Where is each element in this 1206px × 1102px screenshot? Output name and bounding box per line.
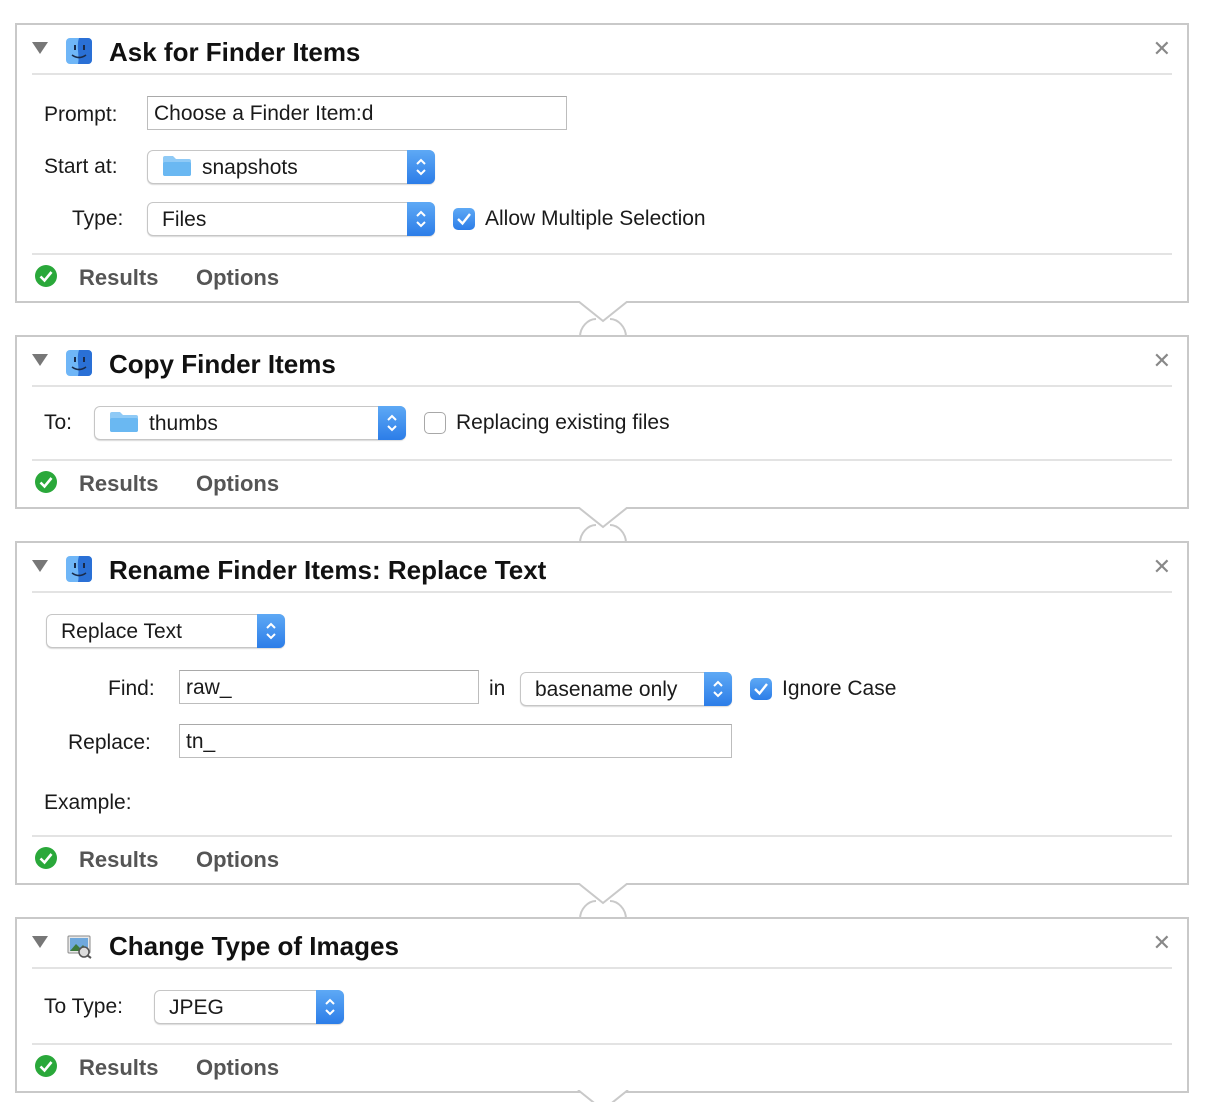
- action-footer: Results Options: [17, 253, 1187, 301]
- find-label: Find:: [108, 677, 155, 700]
- action-footer: Results Options: [17, 835, 1187, 883]
- checkmark-icon: [457, 213, 471, 226]
- close-icon[interactable]: ✕: [1153, 347, 1171, 375]
- success-check-icon: [35, 265, 57, 287]
- action-change-type-of-images: Change Type of Images ✕ To Type: JPEG Re…: [15, 917, 1189, 1093]
- action-footer: Results Options: [17, 1043, 1187, 1091]
- prompt-input[interactable]: Choose a Finder Item:d: [147, 96, 567, 130]
- action-title: Ask for Finder Items: [109, 37, 361, 67]
- options-tab[interactable]: Options: [196, 1055, 279, 1081]
- to-popup[interactable]: thumbs: [94, 406, 406, 440]
- popup-arrows-icon: [316, 990, 344, 1024]
- mode-popup[interactable]: Replace Text: [46, 614, 285, 648]
- replacing-label[interactable]: Replacing existing files: [456, 411, 670, 435]
- disclosure-triangle-icon[interactable]: [32, 936, 48, 948]
- type-popup[interactable]: Files: [147, 202, 435, 236]
- action-rename-finder-items: Rename Finder Items: Replace Text ✕ Repl…: [15, 541, 1189, 885]
- action-footer: Results Options: [17, 459, 1187, 507]
- scope-popup[interactable]: basename only: [520, 672, 732, 706]
- action-connector-icon: [577, 883, 629, 919]
- to-type-label: To Type:: [44, 995, 123, 1018]
- to-value: thumbs: [149, 412, 218, 435]
- ignore-case-label[interactable]: Ignore Case: [782, 677, 896, 701]
- divider: [32, 967, 1172, 969]
- close-icon[interactable]: ✕: [1153, 35, 1171, 63]
- divider: [32, 459, 1172, 461]
- finder-icon: [66, 38, 92, 64]
- to-type-popup[interactable]: JPEG: [154, 990, 344, 1024]
- action-title: Change Type of Images: [109, 931, 399, 961]
- action-connector-icon: [577, 507, 629, 543]
- start-at-label: Start at:: [44, 155, 118, 178]
- mode-value: Replace Text: [61, 620, 183, 643]
- success-check-icon: [35, 847, 57, 869]
- allow-multiple-checkbox[interactable]: [453, 208, 475, 230]
- popup-arrows-icon: [407, 202, 435, 236]
- in-label: in: [489, 677, 506, 700]
- action-header: Copy Finder Items ✕: [17, 337, 1187, 387]
- replacing-checkbox[interactable]: [424, 412, 446, 434]
- action-connector-icon: [577, 1090, 629, 1102]
- divider: [32, 1043, 1172, 1045]
- folder-icon: [110, 412, 138, 433]
- popup-arrows-icon: [407, 150, 435, 184]
- type-value: Files: [162, 208, 207, 231]
- results-tab[interactable]: Results: [79, 1055, 158, 1081]
- divider: [32, 835, 1172, 837]
- find-input[interactable]: raw_: [179, 670, 479, 704]
- popup-arrows-icon: [704, 672, 732, 706]
- results-tab[interactable]: Results: [79, 847, 158, 873]
- close-icon[interactable]: ✕: [1153, 929, 1171, 957]
- example-label: Example:: [44, 791, 132, 814]
- action-title: Copy Finder Items: [109, 349, 336, 379]
- prompt-label: Prompt:: [44, 103, 118, 126]
- allow-multiple-label[interactable]: Allow Multiple Selection: [485, 207, 706, 231]
- popup-arrows-icon: [378, 406, 406, 440]
- disclosure-triangle-icon[interactable]: [32, 354, 48, 366]
- success-check-icon: [35, 1055, 57, 1077]
- disclosure-triangle-icon[interactable]: [32, 42, 48, 54]
- ignore-case-checkbox[interactable]: [750, 678, 772, 700]
- folder-icon: [163, 156, 191, 177]
- action-connector-icon: [577, 301, 629, 337]
- start-at-value: snapshots: [202, 156, 298, 179]
- success-check-icon: [35, 471, 57, 493]
- type-label: Type:: [72, 207, 124, 230]
- disclosure-triangle-icon[interactable]: [32, 560, 48, 572]
- action-copy-finder-items: Copy Finder Items ✕ To: thumbs Replacing…: [15, 335, 1189, 509]
- action-ask-for-finder-items: Ask for Finder Items ✕ Prompt: Choose a …: [15, 23, 1189, 303]
- action-header: Change Type of Images ✕: [17, 919, 1187, 969]
- divider: [32, 253, 1172, 255]
- replace-input[interactable]: tn_: [179, 724, 732, 758]
- to-label: To:: [44, 411, 73, 434]
- scope-value: basename only: [535, 678, 678, 701]
- finder-icon: [66, 556, 92, 582]
- divider: [32, 385, 1172, 387]
- divider: [32, 73, 1172, 75]
- checkmark-icon: [754, 683, 768, 696]
- results-tab[interactable]: Results: [79, 471, 158, 497]
- finder-icon: [66, 350, 92, 376]
- options-tab[interactable]: Options: [196, 847, 279, 873]
- action-header: Rename Finder Items: Replace Text ✕: [17, 543, 1187, 593]
- results-tab[interactable]: Results: [79, 265, 158, 291]
- divider: [32, 591, 1172, 593]
- options-tab[interactable]: Options: [196, 265, 279, 291]
- options-tab[interactable]: Options: [196, 471, 279, 497]
- to-type-value: JPEG: [169, 996, 224, 1019]
- replace-label: Replace:: [68, 731, 151, 754]
- close-icon[interactable]: ✕: [1153, 553, 1171, 581]
- popup-arrows-icon: [257, 614, 285, 648]
- action-title: Rename Finder Items: Replace Text: [109, 555, 547, 585]
- action-header: Ask for Finder Items ✕: [17, 25, 1187, 75]
- start-at-popup[interactable]: snapshots: [147, 150, 435, 184]
- preview-images-icon: [67, 935, 92, 959]
